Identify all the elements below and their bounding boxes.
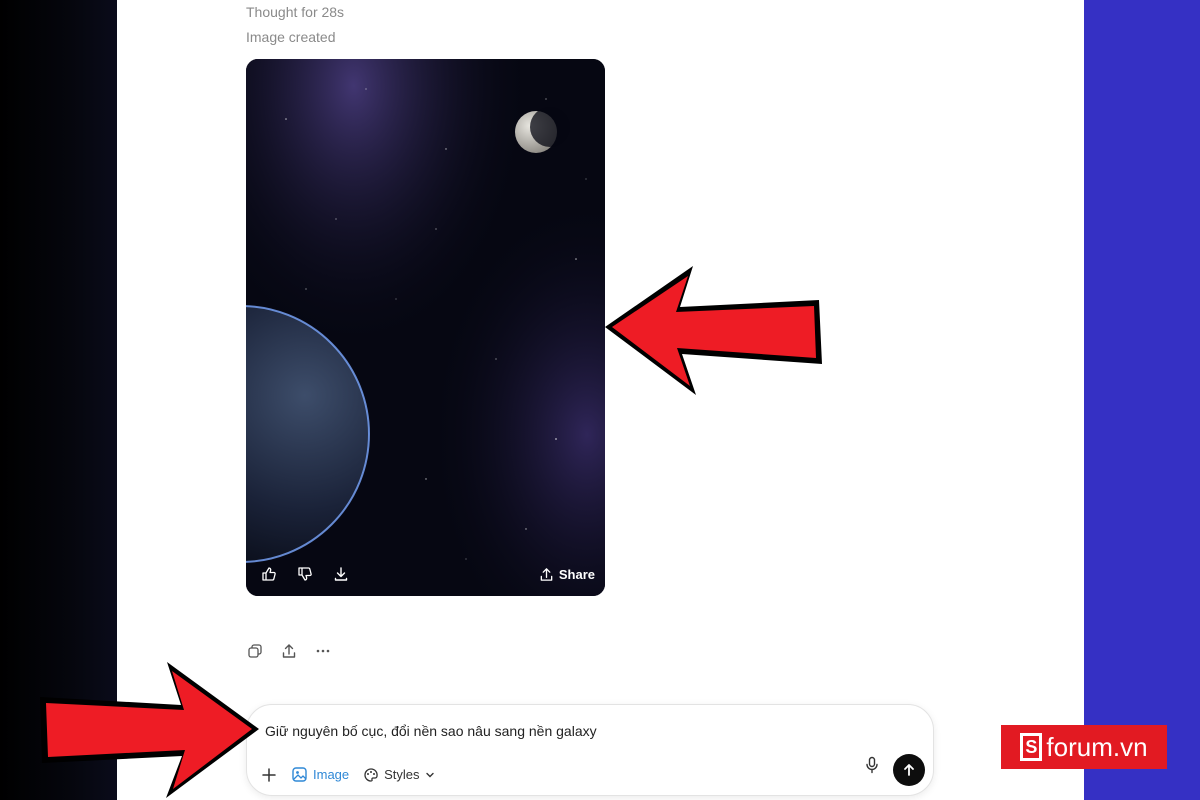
logo-mark: S [1020, 733, 1043, 761]
microphone-icon [866, 756, 878, 774]
chevron-down-icon [425, 772, 434, 777]
styles-label: Styles [384, 767, 420, 782]
galaxy-image-art [246, 59, 605, 596]
share-label: Share [558, 566, 595, 582]
image-mode-button[interactable]: Image [291, 766, 349, 783]
download-icon[interactable] [328, 561, 354, 587]
share-button[interactable]: Share [539, 567, 595, 582]
microphone-button[interactable] [865, 756, 879, 779]
share-icon [540, 567, 553, 581]
forum-vn-watermark: S forum.vn [1001, 725, 1167, 769]
message-actions [244, 640, 334, 662]
more-icon[interactable] [312, 640, 334, 662]
generated-image[interactable]: Share [246, 59, 605, 596]
styles-button[interactable]: Styles [363, 767, 434, 783]
composer-input[interactable]: Giữ nguyên bố cục, đổi nền sao nâu sang … [265, 723, 597, 739]
composer-toolbar: Image Styles [261, 766, 435, 783]
image-mode-label: Image [313, 767, 350, 782]
image-created-status: Image created [246, 29, 336, 45]
right-blue-panel [1084, 0, 1200, 800]
palette-icon [364, 767, 378, 782]
thumbs-down-icon[interactable] [292, 561, 318, 587]
red-arrow-pointing-image [605, 266, 822, 395]
red-arrow-pointing-composer [40, 662, 259, 798]
send-button[interactable] [893, 754, 925, 786]
copy-icon[interactable] [244, 640, 266, 662]
message-composer[interactable]: Giữ nguyên bố cục, đổi nền sao nâu sang … [246, 704, 934, 796]
thumbs-up-icon[interactable] [256, 561, 282, 587]
image-icon [292, 767, 307, 782]
thought-status: Thought for 28s [246, 4, 345, 20]
logo-text: forum.vn [1046, 731, 1148, 762]
image-action-bar: Share [246, 552, 605, 596]
share-icon[interactable] [278, 640, 300, 662]
arrow-up-icon [904, 764, 914, 776]
